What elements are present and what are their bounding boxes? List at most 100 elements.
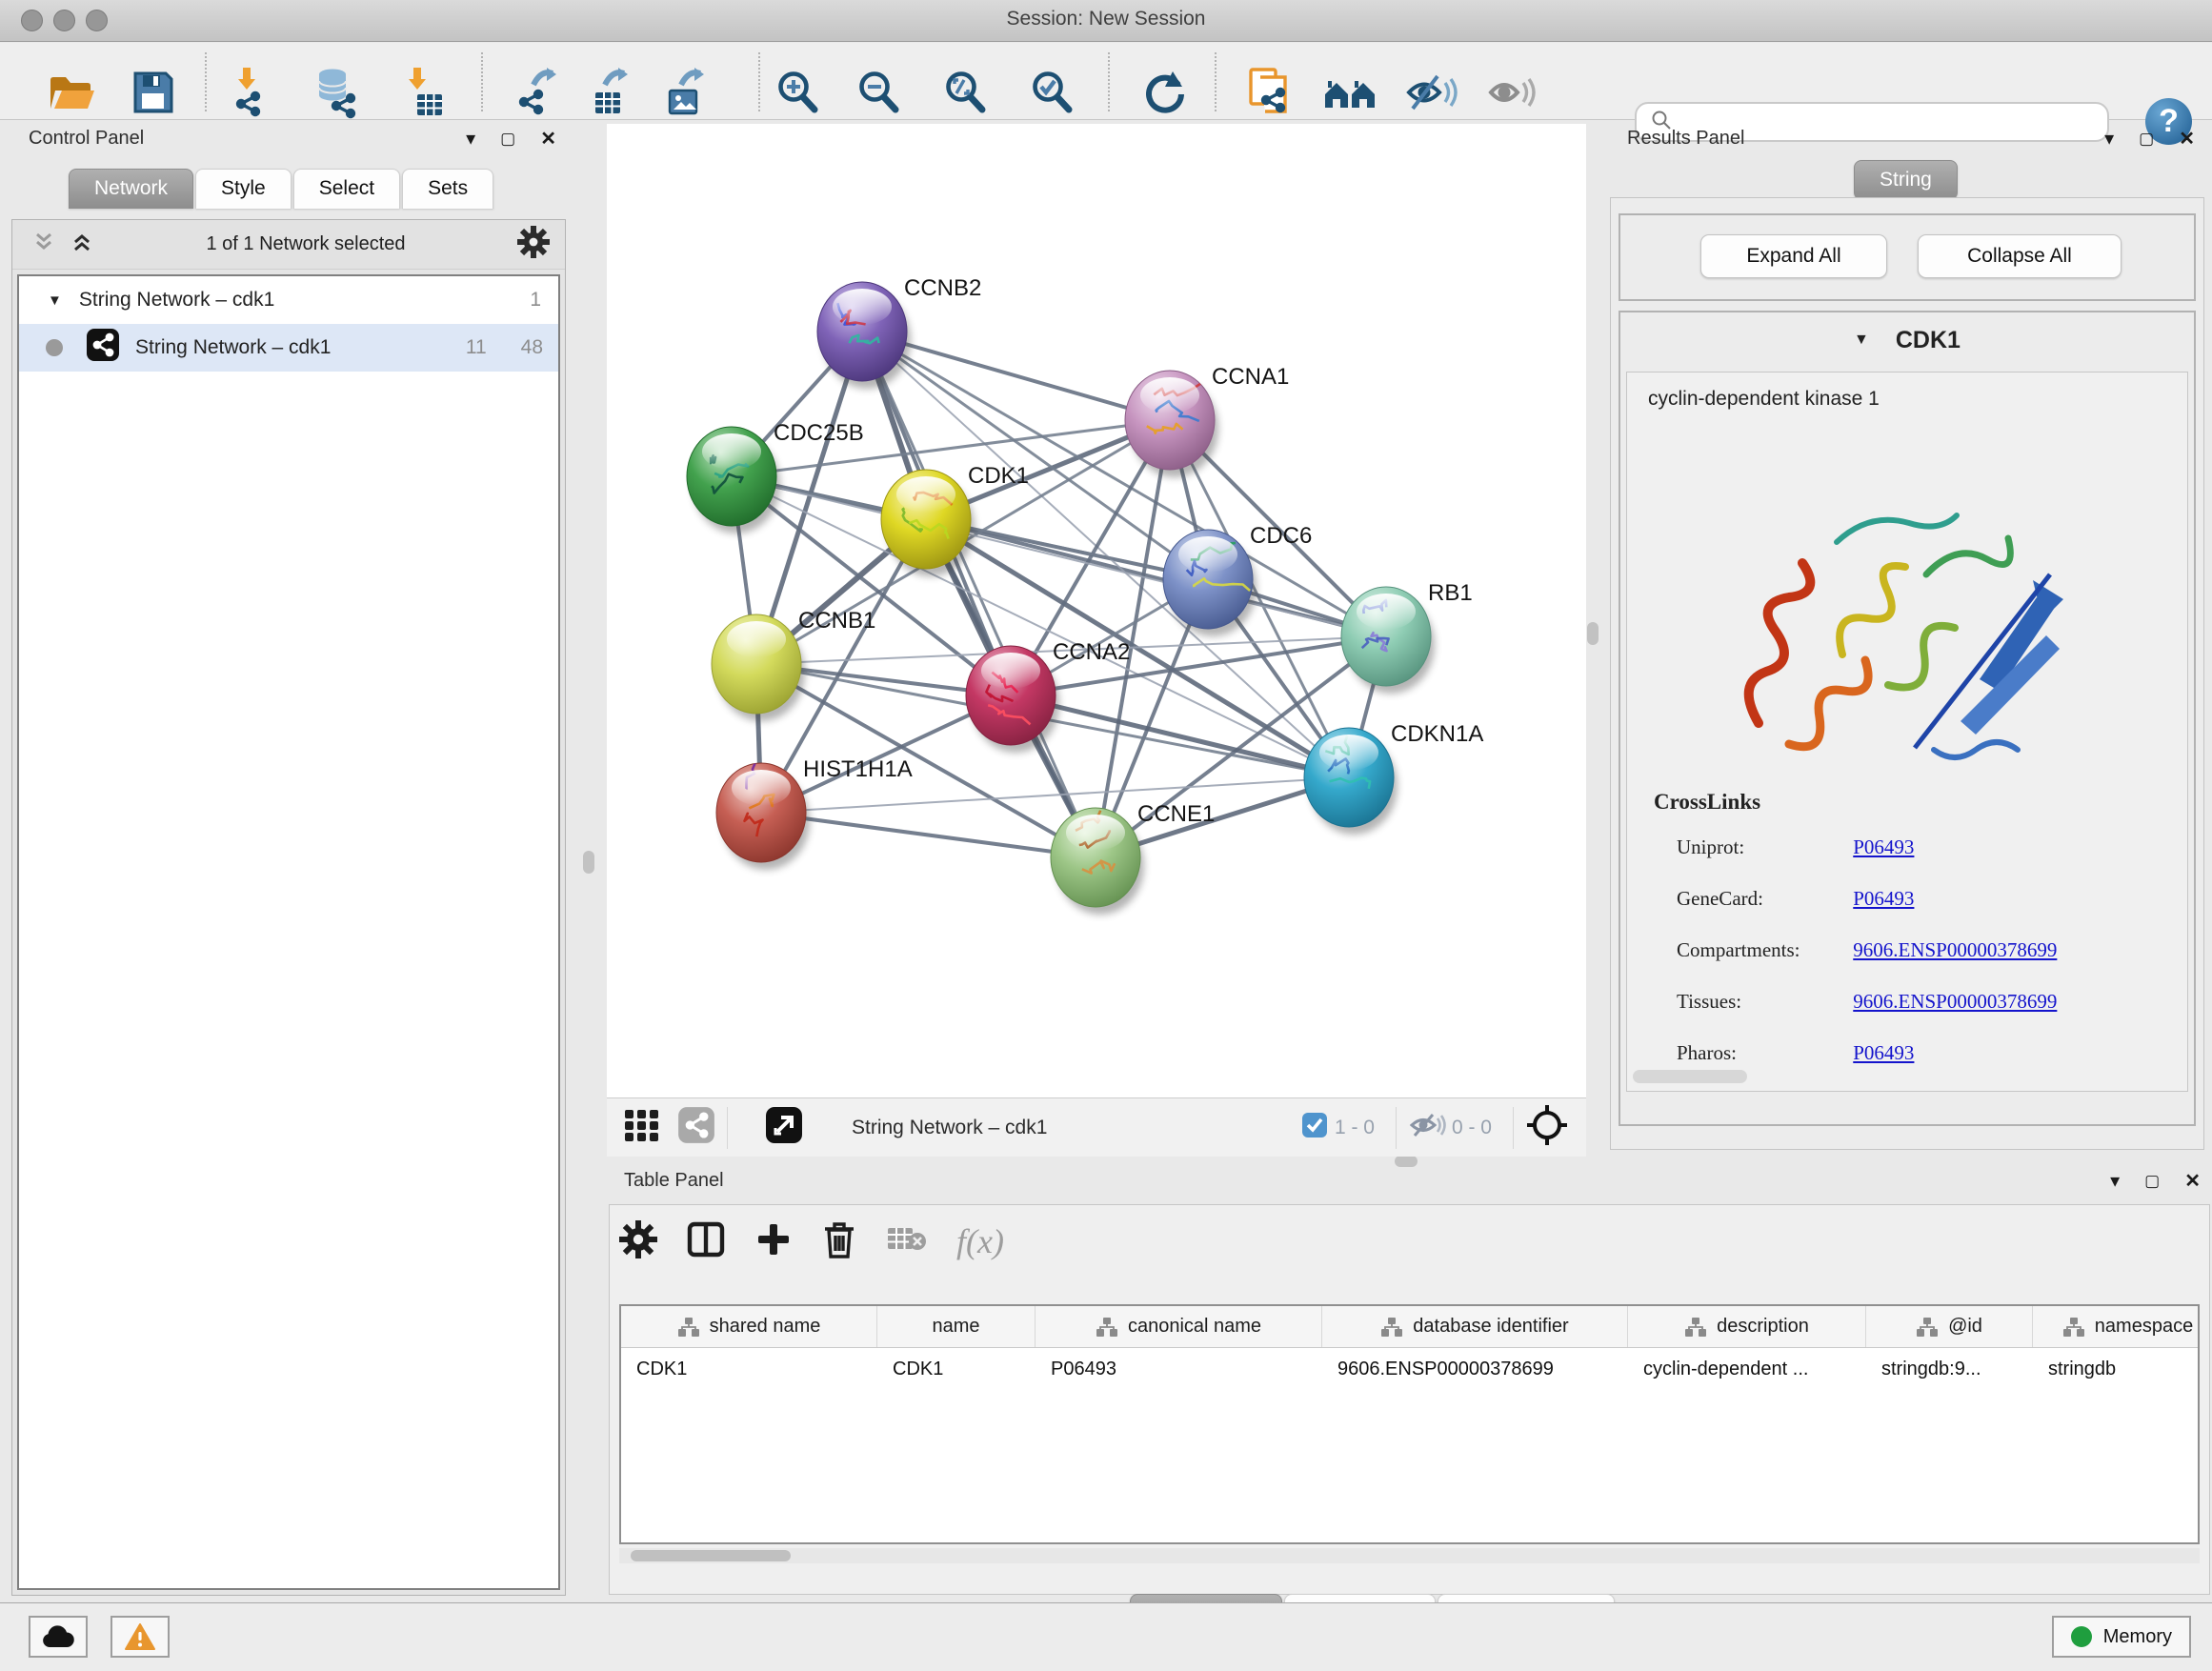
column-label: database identifier [1413, 1316, 1568, 1338]
hidden-eye-icon[interactable] [1408, 1110, 1446, 1145]
grid-view-icon[interactable] [622, 1105, 662, 1150]
node-CCNB1[interactable]: CCNB1 [712, 608, 875, 721]
tree-column-icon [677, 1317, 700, 1338]
tab-network[interactable]: Network [69, 169, 193, 209]
expand-all-button[interactable]: Expand All [1700, 234, 1887, 278]
network-row[interactable]: String Network – cdk1 11 48 [19, 324, 558, 372]
column-header-description[interactable]: description [1628, 1306, 1866, 1347]
tab-style[interactable]: Style [195, 169, 292, 209]
network-from-selection-icon [1243, 66, 1295, 124]
crosslink-value-link[interactable]: P06493 [1853, 836, 1914, 858]
left-splitter-handle[interactable] [583, 851, 594, 874]
selected-checkbox-icon[interactable] [1300, 1111, 1329, 1144]
add-column-icon [754, 1246, 793, 1262]
add-column-button[interactable] [754, 1220, 793, 1263]
crosslink-value-link[interactable]: P06493 [1853, 887, 1914, 910]
expand-all-networks-icon[interactable] [70, 230, 94, 259]
save-session-button[interactable] [126, 67, 179, 122]
export-table-button[interactable] [583, 67, 636, 122]
crosslinks-title: CrossLinks [1654, 790, 1760, 815]
detach-view-icon[interactable] [764, 1105, 804, 1150]
collection-expander-icon[interactable]: ▼ [48, 292, 62, 309]
node-label-CDK1: CDK1 [968, 463, 1029, 489]
network-collection-row[interactable]: ▼ String Network – cdk1 1 [19, 276, 558, 324]
first-neighbors-icon [1322, 68, 1377, 122]
crosslink-value-link[interactable]: 9606.ENSP00000378699 [1853, 990, 2057, 1013]
warning-button[interactable] [111, 1616, 170, 1658]
birds-eye-view-icon[interactable] [677, 1106, 715, 1149]
panel-close-icon[interactable]: ✕ [540, 130, 556, 149]
node-RB1[interactable]: RB1 [1341, 580, 1473, 694]
network-canvas[interactable]: CCNB2 CCNA1 CDC25B CDK1 CDC6 [607, 124, 1586, 1097]
right-splitter-handle[interactable] [1587, 622, 1599, 645]
node-CCNB2[interactable]: CCNB2 [817, 275, 981, 389]
tab-sets[interactable]: Sets [402, 169, 493, 209]
delete-button[interactable] [821, 1218, 857, 1265]
first-neighbors-button[interactable] [1323, 67, 1377, 122]
panel-menu-icon[interactable]: ▾ [2104, 130, 2114, 149]
import-table-file-button[interactable] [395, 67, 449, 122]
network-options-gear-icon[interactable] [517, 226, 550, 263]
column-header-canonicalname[interactable]: canonical name [1036, 1306, 1322, 1347]
network-from-selection-button[interactable] [1242, 67, 1296, 122]
panel-close-icon[interactable]: ✕ [2179, 130, 2195, 149]
table-hscrollbar[interactable] [619, 1548, 2200, 1563]
table-row[interactable]: CDK1CDK1P064939606.ENSP00000378699cyclin… [621, 1348, 2198, 1390]
results-scrollbar-thumb[interactable] [1633, 1070, 1747, 1083]
panel-float-icon[interactable]: ▢ [500, 130, 515, 149]
collapse-all-button[interactable]: Collapse All [1918, 234, 2122, 278]
delete-table-button[interactable] [886, 1222, 928, 1261]
column-header-name[interactable]: name [877, 1306, 1036, 1347]
collapse-all-networks-icon[interactable] [31, 230, 56, 259]
panel-menu-icon[interactable]: ▾ [466, 130, 475, 149]
column-header-sharedname[interactable]: shared name [621, 1306, 877, 1347]
function-builder-button[interactable]: f(x) [956, 1221, 1004, 1261]
edge-HIST1H1A-CCNE1[interactable] [761, 813, 1096, 857]
split-columns-button[interactable] [686, 1219, 726, 1264]
column-header-databaseidentifier[interactable]: database identifier [1322, 1306, 1628, 1347]
cloud-button[interactable] [29, 1616, 88, 1658]
memory-button[interactable]: Memory [2052, 1616, 2191, 1658]
gear-button[interactable] [619, 1220, 657, 1263]
node-CCNA1[interactable]: CCNA1 [1125, 364, 1289, 477]
open-session-button[interactable] [45, 67, 98, 122]
entry-expander-icon[interactable]: ▼ [1854, 332, 1869, 349]
zoom-selected-button[interactable] [1025, 67, 1078, 122]
tab-select[interactable]: Select [293, 169, 400, 209]
table-hscrollbar-thumb[interactable] [631, 1550, 791, 1561]
hidden-count: 0 - 0 [1452, 1117, 1492, 1139]
panel-close-icon[interactable]: ✕ [2184, 1172, 2201, 1191]
column-header-namespace[interactable]: namespace [2033, 1306, 2200, 1347]
import-network-file-button[interactable] [225, 67, 278, 122]
node-HIST1H1A[interactable]: HIST1H1A [716, 756, 913, 870]
zoom-out-button[interactable] [852, 67, 905, 122]
panel-float-icon[interactable]: ▢ [2144, 1172, 2160, 1191]
tree-column-icon [1096, 1317, 1118, 1338]
node-CCNA2[interactable]: CCNA2 [966, 639, 1130, 753]
fit-center-icon[interactable] [1525, 1103, 1569, 1152]
control-panel-title: Control Panel [29, 128, 144, 150]
panel-menu-icon[interactable]: ▾ [2110, 1172, 2120, 1191]
crosslink-value-link[interactable]: P06493 [1853, 1041, 1914, 1064]
results-panel: Results Panel ▾ ▢ ✕ String Expand All Co… [1608, 124, 2206, 1153]
crosslink-value-link[interactable]: 9606.ENSP00000378699 [1853, 938, 2057, 961]
node-CDC25B[interactable]: CDC25B [687, 420, 864, 534]
tree-column-icon [1380, 1317, 1403, 1338]
export-image-button[interactable] [659, 67, 713, 122]
import-network-database-button[interactable] [312, 67, 365, 122]
zoom-fit-button[interactable] [938, 67, 992, 122]
show-all-button[interactable] [1485, 67, 1538, 122]
tab-string[interactable]: String [1854, 160, 1958, 200]
memory-status-icon [2071, 1626, 2092, 1647]
refresh-button[interactable] [1138, 67, 1192, 122]
export-network-button[interactable] [512, 67, 565, 122]
panel-float-icon[interactable]: ▢ [2139, 130, 2154, 149]
hide-selected-button[interactable] [1405, 67, 1458, 122]
column-header-id[interactable]: @id [1866, 1306, 2033, 1347]
zoom-in-button[interactable] [771, 67, 824, 122]
zoom-in-icon [774, 69, 821, 121]
node-CCNE1[interactable]: CCNE1 [1051, 801, 1215, 915]
column-label: shared name [710, 1316, 821, 1338]
node-CDK1[interactable]: CDK1 [881, 463, 1029, 576]
node-CDKN1A[interactable]: CDKN1A [1304, 721, 1483, 835]
